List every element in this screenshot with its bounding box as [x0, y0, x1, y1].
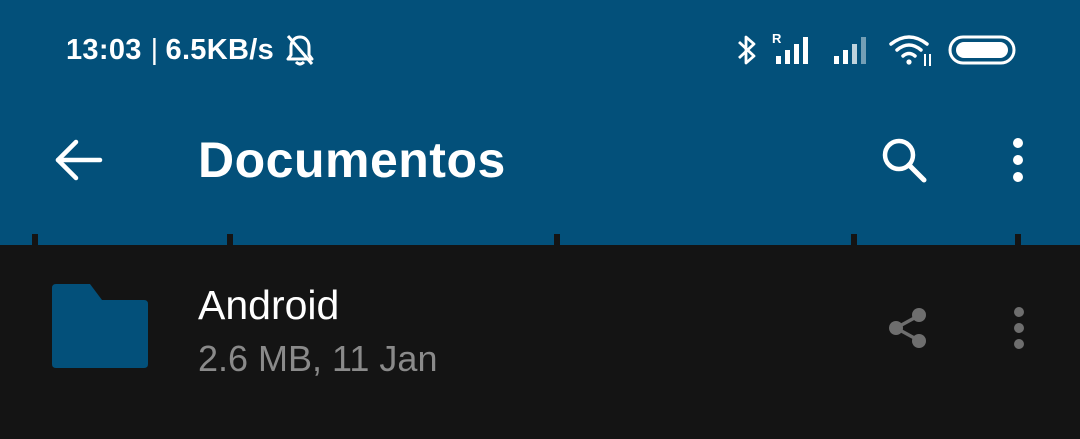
list-item[interactable]: Android 2.6 MB, 11 Jan — [0, 262, 1080, 392]
more-vert-icon — [1014, 307, 1024, 349]
more-vert-icon — [1013, 138, 1023, 182]
status-time: 13:03 — [66, 33, 142, 66]
roaming-label: R — [772, 32, 782, 46]
battery-icon — [948, 35, 1016, 65]
arrow-back-icon — [55, 139, 103, 181]
status-right: R — [722, 30, 1018, 70]
header-tick — [227, 234, 233, 245]
header-tick — [1015, 234, 1021, 245]
toolbar: Documentos — [0, 100, 1080, 220]
bluetooth-icon — [738, 35, 756, 65]
item-more-options-button[interactable] — [996, 298, 1042, 358]
header-tick — [851, 234, 857, 245]
screen: 13:03 | 6.5KB/s R Documentos Android 2.6… — [0, 0, 1080, 439]
signal-roaming-icon: R — [772, 32, 808, 64]
search-button[interactable] — [866, 122, 942, 198]
status-bar: 13:03 | 6.5KB/s R — [0, 0, 1080, 100]
search-icon — [882, 138, 927, 183]
app-header: 13:03 | 6.5KB/s R Documentos — [0, 0, 1080, 245]
file-name: Android — [198, 282, 340, 328]
status-separator: | — [150, 33, 159, 66]
header-tick — [32, 234, 38, 245]
header-tick — [554, 234, 560, 245]
file-meta: 2.6 MB, 11 Jan — [198, 338, 438, 379]
share-button[interactable] — [878, 298, 938, 358]
more-options-button[interactable] — [990, 122, 1046, 198]
share-icon — [889, 308, 926, 348]
wifi-icon — [889, 35, 931, 66]
status-left: 13:03 | 6.5KB/s — [66, 30, 318, 70]
signal-icon — [834, 37, 866, 64]
back-button[interactable] — [40, 122, 116, 198]
page-title: Documentos — [198, 132, 506, 188]
status-net-speed: 6.5KB/s — [165, 33, 275, 66]
folder-icon — [52, 284, 148, 368]
bell-off-icon — [286, 35, 314, 66]
